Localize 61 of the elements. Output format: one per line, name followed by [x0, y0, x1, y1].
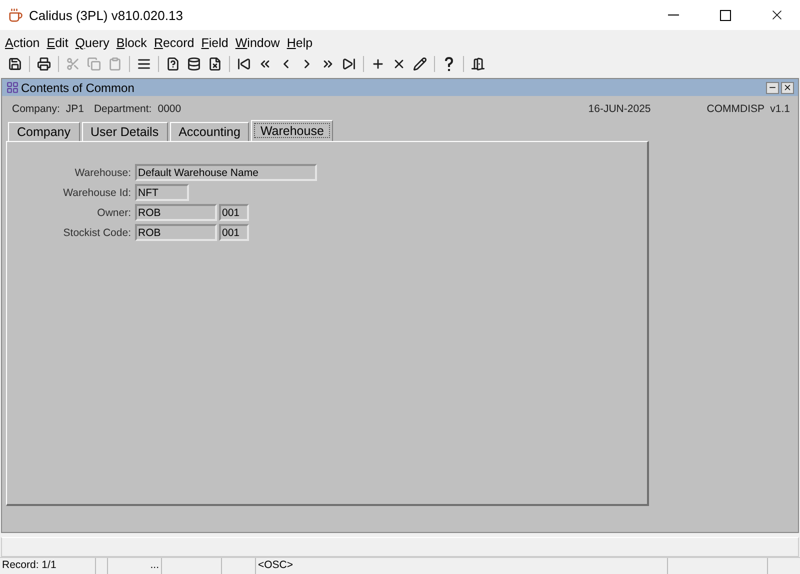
list-icon	[137, 57, 151, 71]
status-cell: <OSC>	[256, 558, 668, 574]
close-button[interactable]	[781, 82, 794, 94]
menu-item[interactable]: Block	[116, 36, 147, 50]
save-button[interactable]	[6, 55, 24, 73]
app-icon	[8, 8, 23, 22]
tab[interactable]: Company	[8, 122, 80, 141]
window-title: Calidus (3PL) v810.020.13	[29, 8, 184, 22]
query-icon	[166, 57, 180, 71]
minimize-icon	[668, 14, 678, 16]
input-field[interactable]: 001	[219, 224, 249, 241]
menu-item[interactable]: Action	[5, 36, 40, 50]
tab[interactable]: Warehouse	[251, 120, 333, 141]
form-icon	[6, 81, 19, 94]
delete-icon	[392, 57, 406, 71]
company-label: Company:	[12, 103, 60, 115]
cut-icon	[66, 57, 80, 71]
field-label: Owner:	[96, 206, 131, 218]
status-cell: Record: 1/1	[0, 558, 96, 574]
menu-item[interactable]: Field	[201, 36, 228, 50]
printer-button[interactable]	[35, 55, 53, 73]
menu-item[interactable]: Window	[235, 36, 280, 50]
menu-item[interactable]: Help	[286, 36, 313, 50]
pencil-icon	[413, 57, 427, 71]
tab[interactable]: Accounting	[170, 122, 250, 141]
last-record-icon	[342, 57, 356, 71]
paste-icon	[108, 57, 122, 71]
field-label: Warehouse Id:	[62, 186, 131, 198]
input-field[interactable]: NFT	[135, 184, 189, 201]
input-field[interactable]: Default Warehouse Name	[135, 164, 317, 181]
department-value: 0000	[158, 103, 182, 115]
save-icon	[8, 57, 22, 71]
copy-icon	[87, 57, 101, 71]
company-value: JP1	[66, 103, 84, 115]
menu-item[interactable]: Query	[75, 36, 110, 50]
field-label: Stockist Code:	[62, 226, 131, 238]
tab[interactable]: User Details	[82, 122, 168, 141]
status-cell: ...	[108, 558, 162, 574]
first-record-icon	[237, 57, 251, 71]
menu-item[interactable]: Edit	[46, 36, 68, 50]
module-version: COMMDISP v1.1	[706, 103, 790, 115]
input-field[interactable]: 001	[219, 204, 249, 221]
input-field[interactable]: ROB	[135, 204, 217, 221]
maximize-icon	[720, 10, 730, 20]
menu-item[interactable]: Record	[154, 36, 194, 50]
cancel-query-icon	[208, 57, 222, 71]
database-button[interactable]	[185, 55, 203, 73]
printer-icon	[37, 57, 51, 71]
exit-button[interactable]	[469, 55, 487, 73]
field-label: Warehouse:	[74, 166, 131, 178]
database-icon	[187, 57, 201, 71]
close-icon	[783, 83, 792, 92]
plus-icon	[371, 57, 385, 71]
department-label: Department:	[94, 103, 152, 115]
date: 16-JUN-2025	[588, 103, 651, 115]
input-field[interactable]: ROB	[135, 224, 217, 241]
help-icon	[444, 56, 454, 72]
pencil-button[interactable]	[411, 55, 429, 73]
minimize-button[interactable]	[766, 82, 779, 94]
form-title: Contents of Common	[21, 80, 136, 94]
exit-icon	[471, 57, 485, 71]
